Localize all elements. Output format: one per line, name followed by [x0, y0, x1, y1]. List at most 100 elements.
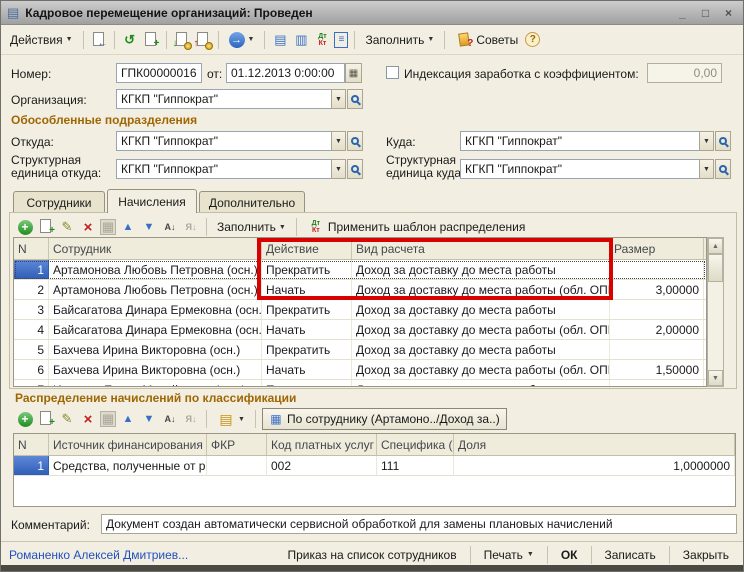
table-row[interactable]: 4 Байсагатова Динара Ермековна (осн.) На… [14, 320, 706, 340]
amount-cell[interactable] [610, 300, 704, 319]
row-number-cell[interactable]: 1 [14, 456, 49, 475]
table-row[interactable]: 6 Бахчева Ирина Викторовна (осн.) Начать… [14, 360, 706, 380]
action-cell[interactable]: Прекратить [262, 340, 352, 359]
column-header-action[interactable]: Действие [262, 238, 352, 259]
chevron-down-icon[interactable]: ▼ [331, 159, 346, 179]
chevron-down-icon[interactable]: ▼ [331, 89, 346, 109]
amount-cell[interactable]: 2,00000 [610, 320, 704, 339]
unpost-document-icon[interactable]: ↑ [194, 31, 212, 49]
scroll-up-icon[interactable]: ▲ [708, 238, 723, 254]
from-search-button[interactable] [347, 131, 363, 151]
table-row[interactable]: 1 Артамонова Любовь Петровна (осн.) Прек… [14, 260, 706, 280]
action-cell[interactable]: Прекратить [262, 380, 352, 387]
from-input[interactable]: КГКП "Гиппократ" [116, 131, 332, 151]
actions-menu-button[interactable]: Действия ▼ [6, 31, 77, 49]
column-header-employee[interactable]: Сотрудник [49, 238, 262, 259]
save-button[interactable]: Записать [599, 546, 662, 564]
by-employee-filter-button[interactable]: ▦ По сотруднику (Артамоно../Доход за..) [262, 408, 507, 430]
row-number-cell[interactable]: 6 [14, 360, 49, 379]
tab-accruals[interactable]: Начисления [107, 189, 197, 213]
add-row-icon[interactable]: + [18, 220, 33, 235]
calc-type-cell[interactable]: Доход за доставку до места работы [352, 300, 610, 319]
amount-cell[interactable] [610, 260, 704, 279]
move-down-icon[interactable]: ▼ [140, 410, 158, 428]
indexation-checkbox[interactable] [386, 66, 399, 79]
calc-type-cell[interactable]: Доход за доставку до места работы (обл. … [352, 280, 610, 299]
specifics-cell[interactable]: 111 [377, 456, 454, 475]
dt-kt-icon[interactable]: Дт Кт [313, 31, 331, 49]
column-header-n[interactable]: N [14, 434, 49, 455]
calc-type-cell[interactable]: Доход за доставку до места работы [352, 380, 610, 387]
scrollbar-thumb[interactable] [708, 254, 723, 282]
row-number-cell[interactable]: 5 [14, 340, 49, 359]
minimize-button[interactable]: _ [674, 4, 691, 21]
employee-cell[interactable]: Бахчева Ирина Викторовна (осн.) [49, 340, 262, 359]
row-number-cell[interactable]: 1 [14, 260, 49, 279]
organization-input[interactable]: КГКП "Гиппократ" [116, 89, 332, 109]
goto-menu-button[interactable]: → ▼ [225, 30, 259, 50]
close-form-button[interactable]: Закрыть [677, 546, 735, 564]
source-cell[interactable]: Средства, полученные от реализации тов..… [49, 456, 207, 475]
structure-icon[interactable]: ▤ [271, 31, 289, 49]
action-cell[interactable]: Прекратить [262, 260, 352, 279]
column-header-paid-code[interactable]: Код платных услуг [267, 434, 377, 455]
responsible-user-link[interactable]: Романенко Алексей Дмитриев... [9, 548, 188, 562]
employee-cell[interactable]: Артамонова Любовь Петровна (осн.) [49, 280, 262, 299]
row-number-cell[interactable]: 7 [14, 380, 49, 387]
move-up-icon[interactable]: ▲ [119, 410, 137, 428]
paid-code-cell[interactable]: 002 [267, 456, 377, 475]
action-cell[interactable]: Прекратить [262, 300, 352, 319]
amount-cell[interactable]: 1,50000 [610, 360, 704, 379]
calc-type-cell[interactable]: Доход за доставку до места работы (обл. … [352, 360, 610, 379]
copy-document-icon[interactable]: + [142, 31, 160, 49]
employee-cell[interactable]: Иванова Елена Михайловна (осн.) [49, 380, 262, 387]
fill-menu-button[interactable]: Заполнить ▼ [361, 31, 438, 49]
sort-ascending-icon[interactable]: А↓ [161, 218, 179, 236]
column-header-n[interactable]: N [14, 238, 49, 259]
row-number-cell[interactable]: 3 [14, 300, 49, 319]
accruals-scrollbar[interactable]: ▲ ▼ [707, 237, 724, 387]
calendar-icon[interactable]: ▦ [345, 63, 362, 83]
sort-ascending-icon[interactable]: А↓ [161, 410, 179, 428]
calc-type-cell[interactable]: Доход за доставку до места работы (обл. … [352, 320, 610, 339]
edit-row-icon[interactable]: ✎ [58, 410, 76, 428]
column-header-source[interactable]: Источник финансирования [49, 434, 207, 455]
action-cell[interactable]: Начать [262, 360, 352, 379]
table-row[interactable]: 2 Артамонова Любовь Петровна (осн.) Нача… [14, 280, 706, 300]
date-input[interactable]: 01.12.2013 0:00:00 [226, 63, 345, 83]
to-input[interactable]: КГКП "Гиппократ" [460, 131, 700, 151]
employee-cell[interactable]: Байсагатова Динара Ермековна (осн.) [49, 320, 262, 339]
accruals-fill-menu-button[interactable]: Заполнить ▼ [213, 218, 290, 236]
unit-from-input[interactable]: КГКП "Гиппократ" [116, 159, 332, 179]
edit-row-icon[interactable]: ✎ [58, 218, 76, 236]
scrollbar-track[interactable] [708, 282, 723, 370]
maximize-button[interactable]: □ [697, 4, 714, 21]
comment-input[interactable]: Документ создан автоматически сервисной … [101, 514, 737, 534]
amount-cell[interactable] [610, 380, 704, 387]
column-header-fkr[interactable]: ФКР [207, 434, 267, 455]
row-number-cell[interactable]: 4 [14, 320, 49, 339]
table-row[interactable]: 3 Байсагатова Динара Ермековна (осн.) Пр… [14, 300, 706, 320]
unit-to-search-button[interactable] [715, 159, 731, 179]
print-menu-button[interactable]: Печать ▼ [478, 546, 540, 564]
unit-to-input[interactable]: КГКП "Гиппократ" [460, 159, 700, 179]
copy-row-icon[interactable]: + [37, 410, 55, 428]
amount-cell[interactable]: 3,00000 [610, 280, 704, 299]
column-header-calc-type[interactable]: Вид расчета [352, 238, 610, 259]
column-header-specifics[interactable]: Специфика (ЭКР) [377, 434, 454, 455]
amount-cell[interactable] [610, 340, 704, 359]
refresh-icon[interactable]: ↺ [121, 31, 139, 49]
number-input[interactable]: ГПК00000016 [116, 63, 202, 83]
row-number-cell[interactable]: 2 [14, 280, 49, 299]
column-header-share[interactable]: Доля [454, 434, 735, 455]
organization-search-button[interactable] [347, 89, 363, 109]
distribution-settings-button[interactable]: ▤ ▼ [213, 408, 249, 430]
tips-button[interactable]: ? Советы [451, 29, 522, 51]
tab-additional[interactable]: Дополнительно [199, 191, 305, 213]
tab-employees[interactable]: Сотрудники [13, 191, 105, 213]
order-list-button[interactable]: Приказ на список сотрудников [282, 546, 463, 564]
column-header-amount[interactable]: Размер [610, 238, 704, 259]
table-row[interactable]: 5 Бахчева Ирина Викторовна (осн.) Прекра… [14, 340, 706, 360]
calc-type-cell[interactable]: Доход за доставку до места работы [352, 260, 610, 279]
close-button[interactable]: × [720, 4, 737, 21]
